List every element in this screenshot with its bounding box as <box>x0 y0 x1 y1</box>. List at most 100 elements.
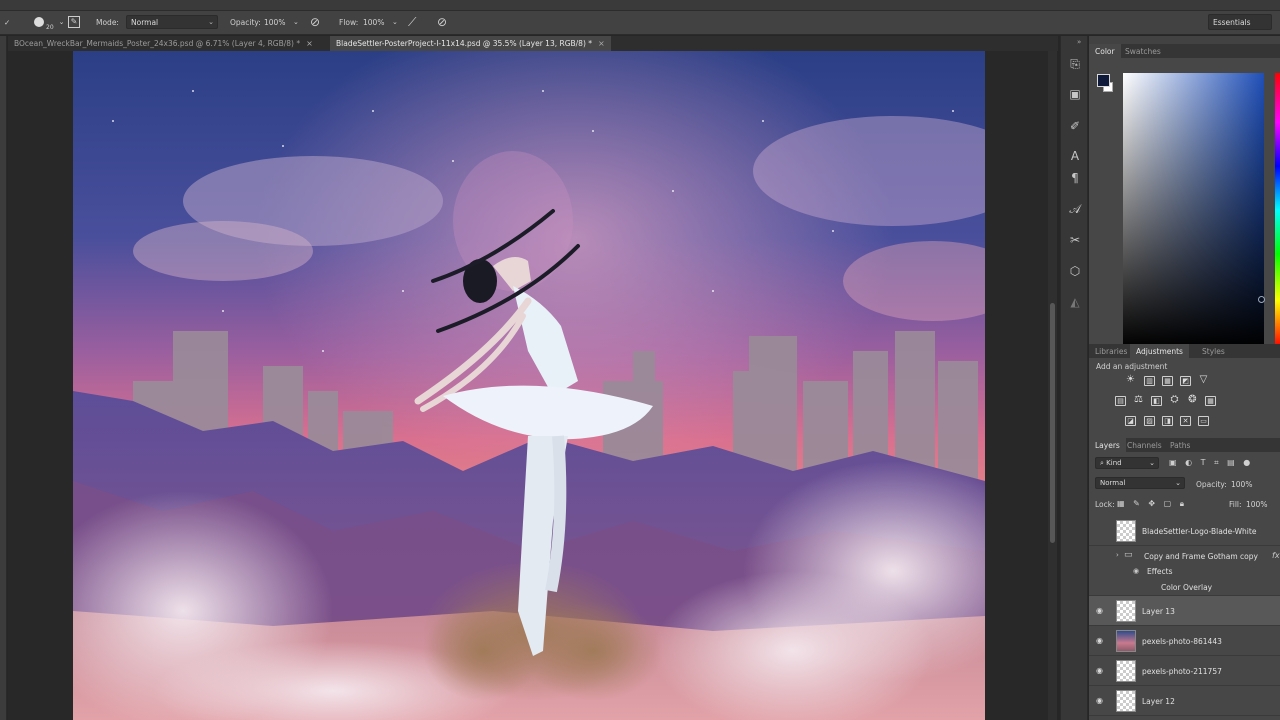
adjustment-filter-icon[interactable]: ◐ <box>1185 458 1192 467</box>
checkmark-icon[interactable]: ✓ <box>4 11 10 33</box>
lock-icons: ▦ ✎ ✥ ▢ 🔒︎ <box>1117 499 1207 509</box>
black-white-icon[interactable]: ◧ <box>1151 396 1162 406</box>
vertical-scrollbar[interactable] <box>1048 51 1057 720</box>
hue-saturation-icon[interactable]: ▤ <box>1115 396 1126 406</box>
pixel-filter-icon[interactable]: ▣ <box>1169 458 1177 467</box>
chevron-down-icon[interactable]: ⌄ <box>293 11 299 33</box>
curves-icon[interactable]: ▦ <box>1162 376 1173 386</box>
properties-icon[interactable]: ▣ <box>1065 84 1085 104</box>
exposure-icon[interactable]: ◩ <box>1180 376 1191 386</box>
lock-position-icon[interactable]: ✥ <box>1148 499 1155 508</box>
layer-thumbnail <box>1116 600 1136 622</box>
tab-document-2[interactable]: BladeSettler-PosterProject-I-11x14.psd @… <box>330 36 611 51</box>
adjustments-panel-tabs: Libraries Adjustments Styles <box>1089 344 1280 358</box>
close-icon[interactable]: × <box>598 39 605 48</box>
glyphs-icon[interactable]: 𝒜 <box>1065 199 1085 219</box>
document-tabs: BOcean_WreckBar_Mermaids_Poster_24x36.ps… <box>8 36 1058 51</box>
chevron-down-icon[interactable]: ⌄ <box>392 11 398 33</box>
lock-image-icon[interactable]: ✎ <box>1133 499 1140 508</box>
fill-value[interactable]: 100% <box>1246 500 1276 509</box>
eye-icon[interactable]: ◉ <box>1096 666 1106 675</box>
color-panel-tabs: Color Swatches <box>1089 44 1280 58</box>
tool-presets-icon[interactable]: ✂ <box>1065 230 1085 250</box>
history-icon[interactable]: ⎘ <box>1065 54 1085 74</box>
chevron-down-icon: ⌄ <box>1175 479 1181 487</box>
foreground-color-swatch[interactable] <box>1097 74 1110 87</box>
clone-source-icon[interactable]: ◭ <box>1065 292 1085 312</box>
threshold-icon[interactable]: ◨ <box>1162 416 1173 426</box>
eye-icon[interactable]: ◉ <box>1133 567 1139 575</box>
paragraph-icon[interactable]: ¶ <box>1065 168 1085 188</box>
blend-mode-value: Normal <box>1100 479 1126 487</box>
layer-thumbnail <box>1116 520 1136 542</box>
character-icon[interactable]: A <box>1065 146 1085 166</box>
eye-icon[interactable]: ◉ <box>1096 636 1106 645</box>
layer-row[interactable]: BladeSettler-Logo-Blade-White <box>1089 516 1280 546</box>
lock-transparent-icon[interactable]: ▦ <box>1117 499 1125 508</box>
brightness-contrast-icon[interactable]: ☀ <box>1125 375 1136 386</box>
brush-panel-toggle-icon[interactable]: ✎ <box>68 11 80 33</box>
layer-row-selected[interactable]: ◉ Layer 13 <box>1089 596 1280 626</box>
tab-channels[interactable]: Channels <box>1121 438 1168 452</box>
layer-row[interactable]: ◉ pexels-photo-861443 <box>1089 626 1280 656</box>
tab-document-1[interactable]: BOcean_WreckBar_Mermaids_Poster_24x36.ps… <box>8 36 319 51</box>
scrollbar-thumb[interactable] <box>1050 303 1055 543</box>
effect-row[interactable]: Color Overlay <box>1089 580 1280 596</box>
filter-kind-value: Kind <box>1106 459 1122 467</box>
flow-value[interactable]: 100% <box>363 11 384 33</box>
blend-mode-select[interactable]: Normal ⌄ <box>1095 477 1185 489</box>
expand-icon[interactable]: » <box>1077 38 1081 46</box>
tab-color[interactable]: Color <box>1089 44 1121 58</box>
poster-artwork <box>73 51 985 720</box>
airbrush-icon[interactable]: ⟋ <box>408 11 416 33</box>
options-bar: ✓ 20 ⌄ ✎ Mode: Normal ⌄ Opacity: 100% ⌄ … <box>0 11 1280 35</box>
tab-styles[interactable]: Styles <box>1196 344 1231 358</box>
shape-filter-icon[interactable]: ⌗ <box>1214 458 1219 467</box>
pressure-opacity-icon[interactable]: ⊘ <box>310 11 320 33</box>
mode-select[interactable]: Normal ⌄ <box>126 15 218 29</box>
chevron-right-icon[interactable]: › <box>1116 551 1119 559</box>
gradient-map-icon[interactable]: ▭ <box>1198 416 1209 426</box>
close-icon[interactable]: × <box>306 39 313 48</box>
eye-icon[interactable]: ◉ <box>1096 696 1106 705</box>
color-lookup-icon[interactable]: ▦ <box>1205 396 1216 406</box>
color-picker-cursor[interactable] <box>1258 296 1265 303</box>
posterize-icon[interactable]: ▨ <box>1144 416 1155 426</box>
layer-row[interactable]: ◉ pexels-photo-211757 <box>1089 656 1280 686</box>
color-picker-field[interactable] <box>1123 73 1264 347</box>
eye-icon[interactable]: ◉ <box>1096 606 1106 615</box>
lock-artboard-icon[interactable]: ▢ <box>1164 499 1172 508</box>
hue-slider[interactable] <box>1275 73 1280 347</box>
layer-row[interactable]: ◉ Layer 12 <box>1089 686 1280 716</box>
pressure-size-icon[interactable]: ⊘ <box>437 11 447 33</box>
layer-opacity-value[interactable]: 100% <box>1231 480 1271 489</box>
layer-filter-select[interactable]: ⌕ Kind ⌄ <box>1095 457 1159 469</box>
tab-libraries[interactable]: Libraries <box>1089 344 1133 358</box>
brush-preset-picker[interactable]: 20 ⌄ <box>34 11 65 33</box>
adjustments-panel: Add an adjustment ☀ ▥ ▦ ◩ ▽ ▤ ⚖ ◧ ⛭ ❂ ▦ … <box>1089 358 1280 438</box>
layer-thumbnail <box>1116 630 1136 652</box>
tab-paths[interactable]: Paths <box>1164 438 1196 452</box>
workspace-select[interactable]: Essentials <box>1208 14 1272 30</box>
tools-panel <box>0 36 7 720</box>
selective-color-icon[interactable]: ✕ <box>1180 416 1191 426</box>
color-balance-icon[interactable]: ⚖ <box>1133 395 1144 406</box>
3d-icon[interactable]: ⬡ <box>1065 261 1085 281</box>
document-canvas[interactable] <box>73 51 985 720</box>
vibrance-icon[interactable]: ▽ <box>1198 375 1209 386</box>
lock-all-icon[interactable]: 🔒︎ <box>1180 499 1184 508</box>
smart-object-filter-icon[interactable]: ▤ <box>1227 458 1235 467</box>
tab-adjustments[interactable]: Adjustments <box>1130 344 1189 358</box>
levels-icon[interactable]: ▥ <box>1144 376 1155 386</box>
opacity-value[interactable]: 100% <box>264 11 285 33</box>
filter-toggle-icon[interactable]: ● <box>1243 458 1250 467</box>
photo-filter-icon[interactable]: ⛭ <box>1169 395 1180 406</box>
tab-swatches[interactable]: Swatches <box>1119 44 1167 58</box>
fx-icon[interactable]: fx <box>1272 551 1280 560</box>
channel-mixer-icon[interactable]: ❂ <box>1187 395 1198 406</box>
folder-icon: ▭ <box>1124 550 1133 560</box>
brush-settings-icon[interactable]: ✐ <box>1065 116 1085 136</box>
invert-icon[interactable]: ◪ <box>1125 416 1136 426</box>
effects-row[interactable]: ◉ Effects <box>1089 564 1280 580</box>
type-filter-icon[interactable]: T <box>1201 458 1206 467</box>
